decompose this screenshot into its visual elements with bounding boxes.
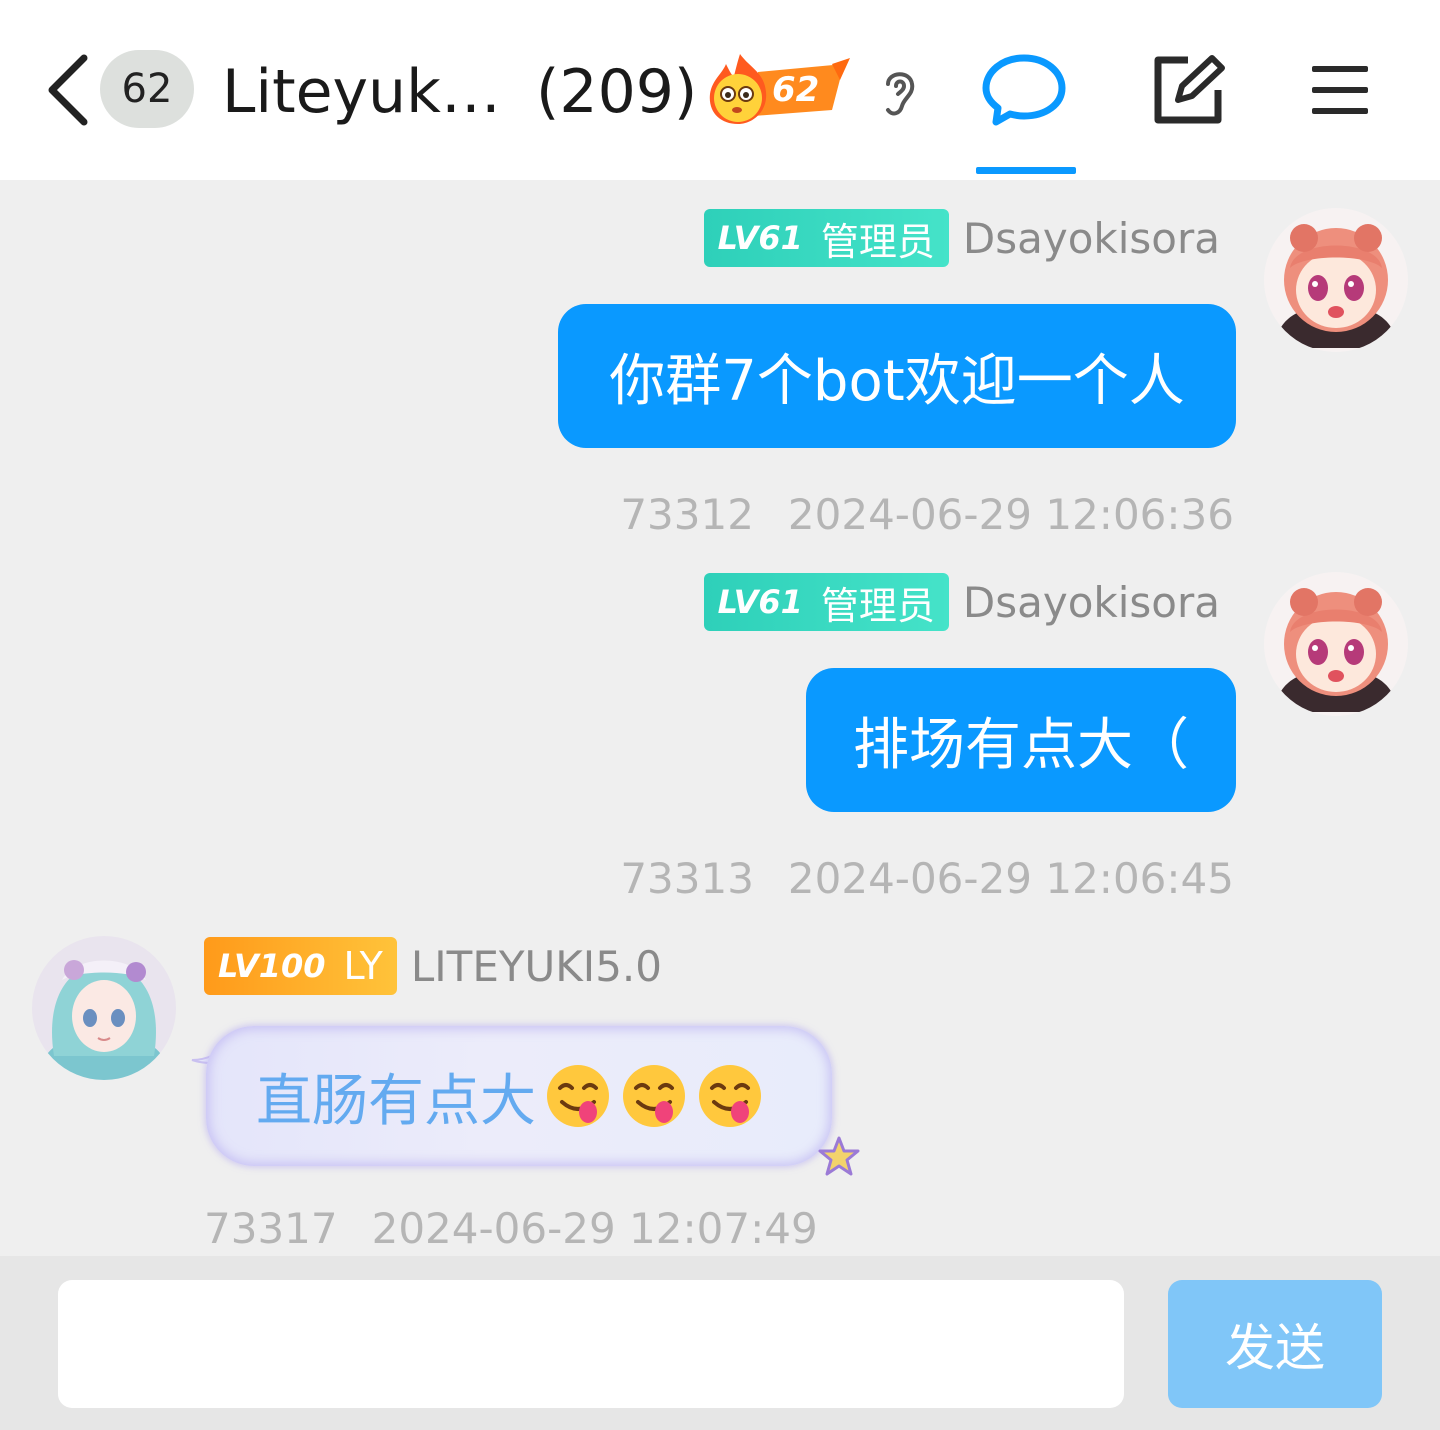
sender-meta: LV61 管理员 Dsayokisora [703,208,1220,268]
sender-meta: LV100 LY LITEYUKI5.0 [204,936,662,996]
star-decoration-icon [818,1136,860,1176]
role-label: 管理员 [820,583,935,628]
message-input[interactable] [58,1280,1124,1408]
message-footer: 73317 2024-06-29 12:07:49 [204,1204,818,1253]
avatar[interactable] [32,936,176,1080]
anime-girl-avatar-icon [32,936,176,1080]
chat-header: 62 Liteyuki... (209) 62 [0,0,1440,180]
message-id: 73312 [620,490,754,539]
menu-icon[interactable] [1308,60,1372,120]
member-count: (209) [536,57,698,127]
anime-girl-avatar-icon [1264,208,1408,352]
message-footer: 73313 2024-06-29 12:06:45 [620,854,1234,903]
group-title: Liteyuki... [222,57,512,127]
sender-nickname[interactable]: LITEYUKI5.0 [411,942,662,991]
sender-meta: LV61 管理员 Dsayokisora [703,572,1220,632]
yum-emoji-icon [623,1065,685,1127]
send-button[interactable]: 发送 [1168,1280,1382,1408]
level-label: LV61 [717,583,803,621]
back-arrow-icon[interactable] [40,52,96,128]
level-label: LV100 [218,947,326,985]
chat-bubble-icon [982,54,1066,126]
message-id: 73317 [204,1204,338,1253]
yum-emoji-icon [547,1065,609,1127]
sender-nickname[interactable]: Dsayokisora [963,578,1220,627]
level-badge: LV61 管理员 [703,573,949,631]
yum-emoji-icon [699,1065,761,1127]
level-badge: LV61 管理员 [703,209,949,267]
message-time: 2024-06-29 12:07:49 [371,1204,818,1253]
unread-count-badge[interactable]: 62 [100,50,194,128]
sender-nickname[interactable]: Dsayokisora [963,214,1220,263]
anime-girl-avatar-icon [1264,572,1408,716]
role-label: LY [343,944,383,988]
avatar[interactable] [1264,208,1408,352]
message-bubble[interactable]: 你群7个bot欢迎一个人 [558,304,1236,448]
active-tab-indicator [976,167,1076,174]
level-badge: LV100 LY [204,937,397,995]
ear-icon[interactable] [874,64,922,120]
message-bubble[interactable]: 排场有点大（ [806,668,1236,812]
tab-chat[interactable] [976,50,1076,174]
role-label: 管理员 [820,219,935,264]
message-time: 2024-06-29 12:06:45 [787,854,1234,903]
avatar[interactable] [1264,572,1408,716]
edit-note-icon[interactable] [1148,52,1228,128]
message-bubble[interactable]: 直肠有点大 [206,1026,832,1166]
fire-level-number: 62 [772,70,820,110]
message-footer: 73312 2024-06-29 12:06:36 [620,490,1234,539]
level-label: LV61 [717,219,803,257]
message-text: 直肠有点大 [256,1068,536,1134]
message-id: 73313 [620,854,754,903]
input-bar: 发送 [0,1256,1440,1430]
message-time: 2024-06-29 12:06:36 [787,490,1234,539]
